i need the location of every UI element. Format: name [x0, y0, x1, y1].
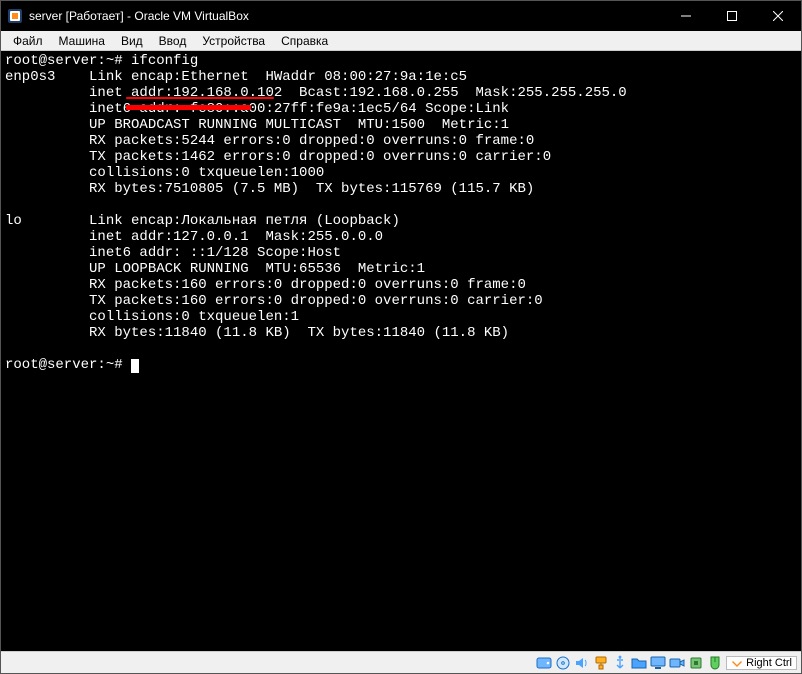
menu-machine[interactable]: Машина — [51, 32, 113, 50]
terminal-line: RX bytes:7510805 (7.5 MB) TX bytes:11576… — [5, 181, 534, 197]
terminal-line: UP BROADCAST RUNNING MULTICAST MTU:1500 … — [5, 117, 509, 133]
terminal-line: TX packets:160 errors:0 dropped:0 overru… — [5, 293, 543, 309]
usb-icon[interactable] — [612, 655, 628, 671]
terminal-line: collisions:0 txqueuelen:1 — [5, 309, 299, 325]
terminal-line: inet6 addr: ::1/128 Scope:Host — [5, 245, 341, 261]
menu-devices[interactable]: Устройства — [194, 32, 273, 50]
terminal-line: RX packets:5244 errors:0 dropped:0 overr… — [5, 133, 534, 149]
menu-view[interactable]: Вид — [113, 32, 151, 50]
mouse-integration-icon[interactable] — [707, 655, 723, 671]
audio-icon[interactable] — [574, 655, 590, 671]
terminal-line: lo Link encap:Локальная петля (Loopback) — [5, 213, 400, 229]
menu-file[interactable]: Файл — [5, 32, 51, 50]
terminal-line: root@server:~# ifconfig — [5, 53, 198, 69]
terminal-line: inet6 addr: fe80::a00:27ff:fe9a:1ec5/64 … — [5, 101, 509, 117]
recording-icon[interactable] — [669, 655, 685, 671]
vm-window: server [Работает] - Oracle VM VirtualBox… — [0, 0, 802, 674]
optical-disk-icon[interactable] — [555, 655, 571, 671]
terminal-line: TX packets:1462 errors:0 dropped:0 overr… — [5, 149, 551, 165]
terminal-line: inet addr:192.168.0.102 Bcast:192.168.0.… — [5, 85, 627, 101]
terminal-line: UP LOOPBACK RUNNING MTU:65536 Metric:1 — [5, 261, 425, 277]
highlight-underline — [126, 105, 251, 110]
window-title: server [Работает] - Oracle VM VirtualBox — [29, 9, 663, 23]
hard-disk-icon[interactable] — [536, 655, 552, 671]
close-button[interactable] — [755, 1, 801, 31]
menu-input[interactable]: Ввод — [151, 32, 195, 50]
virtualbox-icon — [7, 8, 23, 24]
terminal-line: RX packets:160 errors:0 dropped:0 overru… — [5, 277, 526, 293]
terminal-prompt: root@server:~# — [5, 357, 131, 373]
display-icon[interactable] — [650, 655, 666, 671]
menu-help[interactable]: Справка — [273, 32, 336, 50]
terminal-line: collisions:0 txqueuelen:1000 — [5, 165, 324, 181]
menubar: Файл Машина Вид Ввод Устройства Справка — [1, 31, 801, 51]
cpu-icon[interactable] — [688, 655, 704, 671]
shared-folder-icon[interactable] — [631, 655, 647, 671]
host-key-indicator[interactable]: Right Ctrl — [726, 656, 797, 670]
terminal-line: enp0s3 Link encap:Ethernet HWaddr 08:00:… — [5, 69, 467, 85]
terminal-line: inet addr:127.0.0.1 Mask:255.0.0.0 — [5, 229, 383, 245]
terminal-line: RX bytes:11840 (11.8 KB) TX bytes:11840 … — [5, 325, 509, 341]
titlebar[interactable]: server [Работает] - Oracle VM VirtualBox — [1, 1, 801, 31]
host-key-label: Right Ctrl — [746, 657, 792, 669]
network-icon[interactable] — [593, 655, 609, 671]
highlight-underline — [126, 97, 274, 99]
terminal[interactable]: root@server:~# ifconfig enp0s3 Link enca… — [1, 51, 801, 651]
minimize-button[interactable] — [663, 1, 709, 31]
statusbar: Right Ctrl — [1, 651, 801, 673]
cursor — [131, 359, 139, 373]
maximize-button[interactable] — [709, 1, 755, 31]
